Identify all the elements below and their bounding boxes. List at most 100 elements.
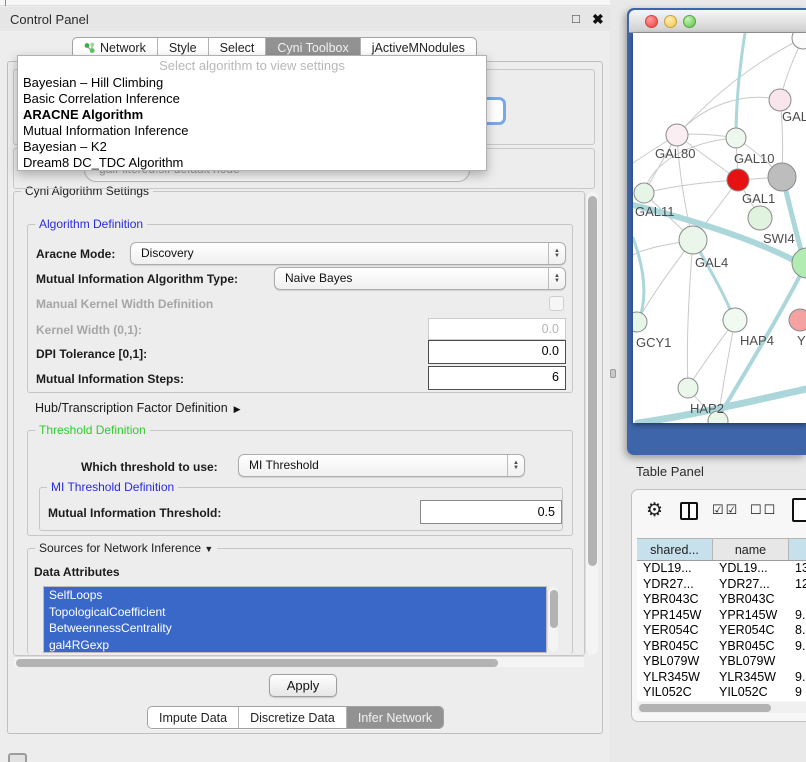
network-icon — [84, 42, 95, 54]
network-node[interactable] — [633, 312, 647, 332]
settings-gear-icon[interactable]: ⚙ — [646, 499, 663, 522]
algorithm-option[interactable]: Bayesian – Hill Climbing — [18, 75, 486, 91]
network-node[interactable] — [748, 206, 772, 230]
table-row[interactable]: YIL052CYIL052C9 — [637, 685, 806, 701]
sources-title-row[interactable]: Sources for Network Inference ▼ — [35, 541, 217, 555]
close-icon[interactable]: ✖ — [592, 11, 604, 28]
node-label: GAL10 — [734, 151, 774, 166]
column-header[interactable]: name — [713, 539, 789, 560]
table-row[interactable]: YBL079WYBL079W — [637, 654, 806, 670]
network-node[interactable] — [792, 248, 806, 278]
algorithm-option[interactable]: Dream8 DC_TDC Algorithm — [18, 155, 486, 171]
which-threshold-value: MI Threshold — [249, 458, 319, 472]
stepper-arrows-icon: ▲▼ — [548, 243, 565, 264]
network-node[interactable] — [723, 308, 747, 332]
algorithm-option[interactable]: Basic Correlation Inference — [18, 91, 486, 107]
network-view-window[interactable]: GALGAL80GAL10GAL1GAL11SWI4GAL4GCY1HAP4YH… — [627, 8, 806, 455]
bottom-tab-impute-data[interactable]: Impute Data — [148, 707, 238, 728]
bottom-tab-bar: Impute DataDiscretize Data Infer Network — [147, 706, 444, 729]
data-attribute-item[interactable]: gal4RGexp — [44, 637, 546, 654]
table-row[interactable]: YDL19...YDL19...13 — [637, 561, 806, 577]
data-attribute-item[interactable]: TopologicalCoefficient — [44, 604, 546, 621]
tab-label: Infer Network — [358, 711, 432, 725]
table-cell: 13 — [789, 561, 806, 577]
network-edge[interactable] — [644, 180, 738, 193]
bottom-tab-infer-network[interactable]: Infer Network — [346, 707, 443, 728]
network-node[interactable] — [726, 128, 746, 148]
algorithm-option[interactable]: Mutual Information Inference — [18, 123, 486, 139]
dpi-tolerance-field[interactable]: 0.0 — [428, 340, 566, 364]
table-horizontal-scrollbar[interactable] — [637, 702, 806, 713]
select-all-checkbox-icon[interactable]: ☑☑ — [712, 502, 739, 518]
network-canvas[interactable]: GALGAL80GAL10GAL1GAL11SWI4GAL4GCY1HAP4YH… — [633, 33, 806, 423]
column-header[interactable] — [789, 539, 806, 560]
network-node[interactable] — [679, 226, 707, 254]
table-row[interactable]: YLR345WYLR345W9. — [637, 670, 806, 686]
split-column-icon[interactable] — [680, 502, 698, 520]
settings-vertical-scrollbar[interactable] — [585, 192, 598, 655]
table-cell: 8. — [789, 623, 806, 639]
network-node[interactable] — [768, 163, 796, 191]
which-threshold-combobox[interactable]: MI Threshold ▲▼ — [238, 454, 525, 477]
network-edge[interactable] — [694, 241, 734, 319]
attributes-list-scrollbar[interactable] — [547, 587, 558, 652]
table-cell: YDL19... — [713, 561, 789, 577]
close-traffic-light-icon[interactable] — [645, 15, 658, 28]
network-edge[interactable] — [736, 33, 745, 137]
algorithm-option[interactable]: Bayesian – K2 — [18, 139, 486, 155]
hub-section-label: Hub/Transcription Factor Definition — [35, 401, 228, 415]
float-window-icon[interactable]: □ — [572, 11, 580, 26]
zoom-traffic-light-icon[interactable] — [683, 15, 696, 28]
table-row[interactable]: YPR145WYPR145W9. — [637, 608, 806, 624]
mi-type-combobox[interactable]: Naive Bayes ▲▼ — [274, 267, 566, 290]
deselect-all-checkbox-icon[interactable]: ☐☐ — [750, 502, 777, 518]
network-edge[interactable] — [637, 240, 693, 322]
network-node[interactable] — [678, 378, 698, 398]
mi-type-label: Mutual Information Algorithm Type: — [36, 272, 238, 286]
stepper-arrows-icon: ▲▼ — [548, 268, 565, 289]
table-cell: YIL052C — [713, 685, 789, 701]
network-node[interactable] — [792, 33, 806, 49]
kernel-width-label: Kernel Width (0,1): — [36, 323, 142, 337]
network-node[interactable] — [727, 169, 749, 191]
table-cell — [789, 654, 806, 670]
aracne-mode-combobox[interactable]: Discovery ▲▼ — [130, 242, 566, 265]
table-cell: YBR043C — [637, 592, 713, 608]
column-header[interactable]: shared... — [637, 539, 713, 560]
bottom-left-partial-button[interactable] — [8, 753, 27, 762]
manual-kernel-checkbox[interactable] — [549, 296, 564, 311]
mi-threshold-field[interactable]: 0.5 — [420, 500, 562, 524]
network-edge[interactable] — [677, 97, 780, 135]
bottom-tab-discretize-data[interactable]: Discretize Data — [238, 707, 346, 728]
kernel-width-field[interactable]: 0.0 — [428, 318, 566, 340]
table-row[interactable]: YER054CYER054C8. — [637, 623, 806, 639]
mi-type-value: Naive Bayes — [285, 271, 352, 285]
data-attribute-item[interactable]: BetweennessCentrality — [44, 620, 546, 637]
table-row[interactable]: YBR045CYBR045C9. — [637, 639, 806, 655]
network-node[interactable] — [666, 124, 688, 146]
node-label: GAL4 — [695, 255, 728, 270]
network-node[interactable] — [634, 183, 654, 203]
table-panel-title: Table Panel — [636, 464, 704, 479]
export-table-icon[interactable] — [792, 498, 806, 522]
aracne-mode-value: Discovery — [141, 246, 194, 260]
control-panel: Control Panel □ ✖ NetworkStyleSelectCyni… — [0, 0, 610, 762]
mi-steps-field[interactable]: 6 — [428, 366, 566, 390]
network-window-titlebar[interactable] — [629, 10, 806, 33]
apply-button[interactable]: Apply — [269, 674, 337, 697]
network-node[interactable] — [789, 309, 806, 331]
control-panel-header: Control Panel □ ✖ — [0, 7, 610, 31]
table-row[interactable]: YBR043CYBR043C — [637, 592, 806, 608]
data-attribute-item[interactable]: SelfLoops — [44, 587, 546, 604]
panel-splitter-handle[interactable] — [610, 369, 616, 378]
table-row[interactable]: YDR27...YDR27...12 — [637, 577, 806, 593]
table-cell: YIL052C — [637, 685, 713, 701]
settings-horizontal-scrollbar[interactable] — [14, 656, 584, 667]
minimize-traffic-light-icon[interactable] — [664, 15, 677, 28]
algorithm-option[interactable]: ARACNE Algorithm — [18, 107, 486, 123]
network-edge[interactable] — [687, 240, 693, 388]
hub-section-toggle[interactable]: Hub/Transcription Factor Definition▶ — [35, 401, 241, 415]
mi-threshold-label: Mutual Information Threshold: — [48, 506, 221, 520]
table-panel: ⚙ ☑☑ ☐☐ shared...name YDL19...YDL19...13… — [631, 489, 806, 722]
network-node[interactable] — [769, 89, 791, 111]
